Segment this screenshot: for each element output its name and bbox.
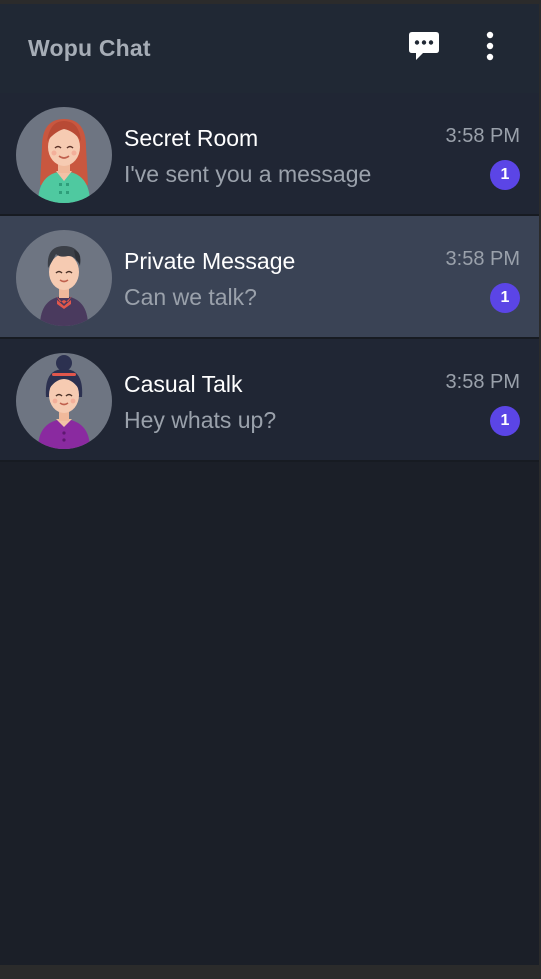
new-chat-button[interactable] bbox=[406, 30, 442, 66]
more-options-button[interactable] bbox=[472, 30, 508, 66]
chat-preview: Can we talk? bbox=[124, 284, 257, 310]
chat-time: 3:58 PM bbox=[445, 248, 520, 270]
chat-name: Private Message bbox=[124, 248, 296, 274]
chat-app: Wopu Chat Secret Room I've sent you a me… bbox=[0, 4, 539, 965]
unread-badge: 1 bbox=[490, 160, 520, 190]
more-vertical-icon bbox=[485, 31, 495, 66]
avatar bbox=[16, 107, 112, 203]
chat-list-item[interactable]: Casual Talk Hey whats up? 3:58 PM 1 bbox=[0, 339, 539, 462]
unread-badge: 1 bbox=[490, 406, 520, 436]
window-bottom-edge bbox=[0, 965, 541, 979]
chat-time: 3:58 PM bbox=[445, 125, 520, 147]
chat-list-item[interactable]: Private Message Can we talk? 3:58 PM 1 bbox=[0, 216, 539, 339]
unread-badge: 1 bbox=[490, 283, 520, 313]
chat-name: Casual Talk bbox=[124, 371, 243, 397]
avatar bbox=[16, 230, 112, 326]
chat-preview: I've sent you a message bbox=[124, 161, 372, 187]
chat-bubble-icon bbox=[407, 30, 441, 67]
chat-name: Secret Room bbox=[124, 125, 259, 151]
app-title: Wopu Chat bbox=[28, 35, 151, 61]
chat-list-item[interactable]: Secret Room I've sent you a message 3:58… bbox=[0, 93, 539, 216]
app-header: Wopu Chat bbox=[0, 4, 539, 93]
chat-time: 3:58 PM bbox=[445, 371, 520, 393]
chat-list: Secret Room I've sent you a message 3:58… bbox=[0, 93, 539, 462]
chat-preview: Hey whats up? bbox=[124, 407, 277, 433]
avatar bbox=[16, 353, 112, 449]
